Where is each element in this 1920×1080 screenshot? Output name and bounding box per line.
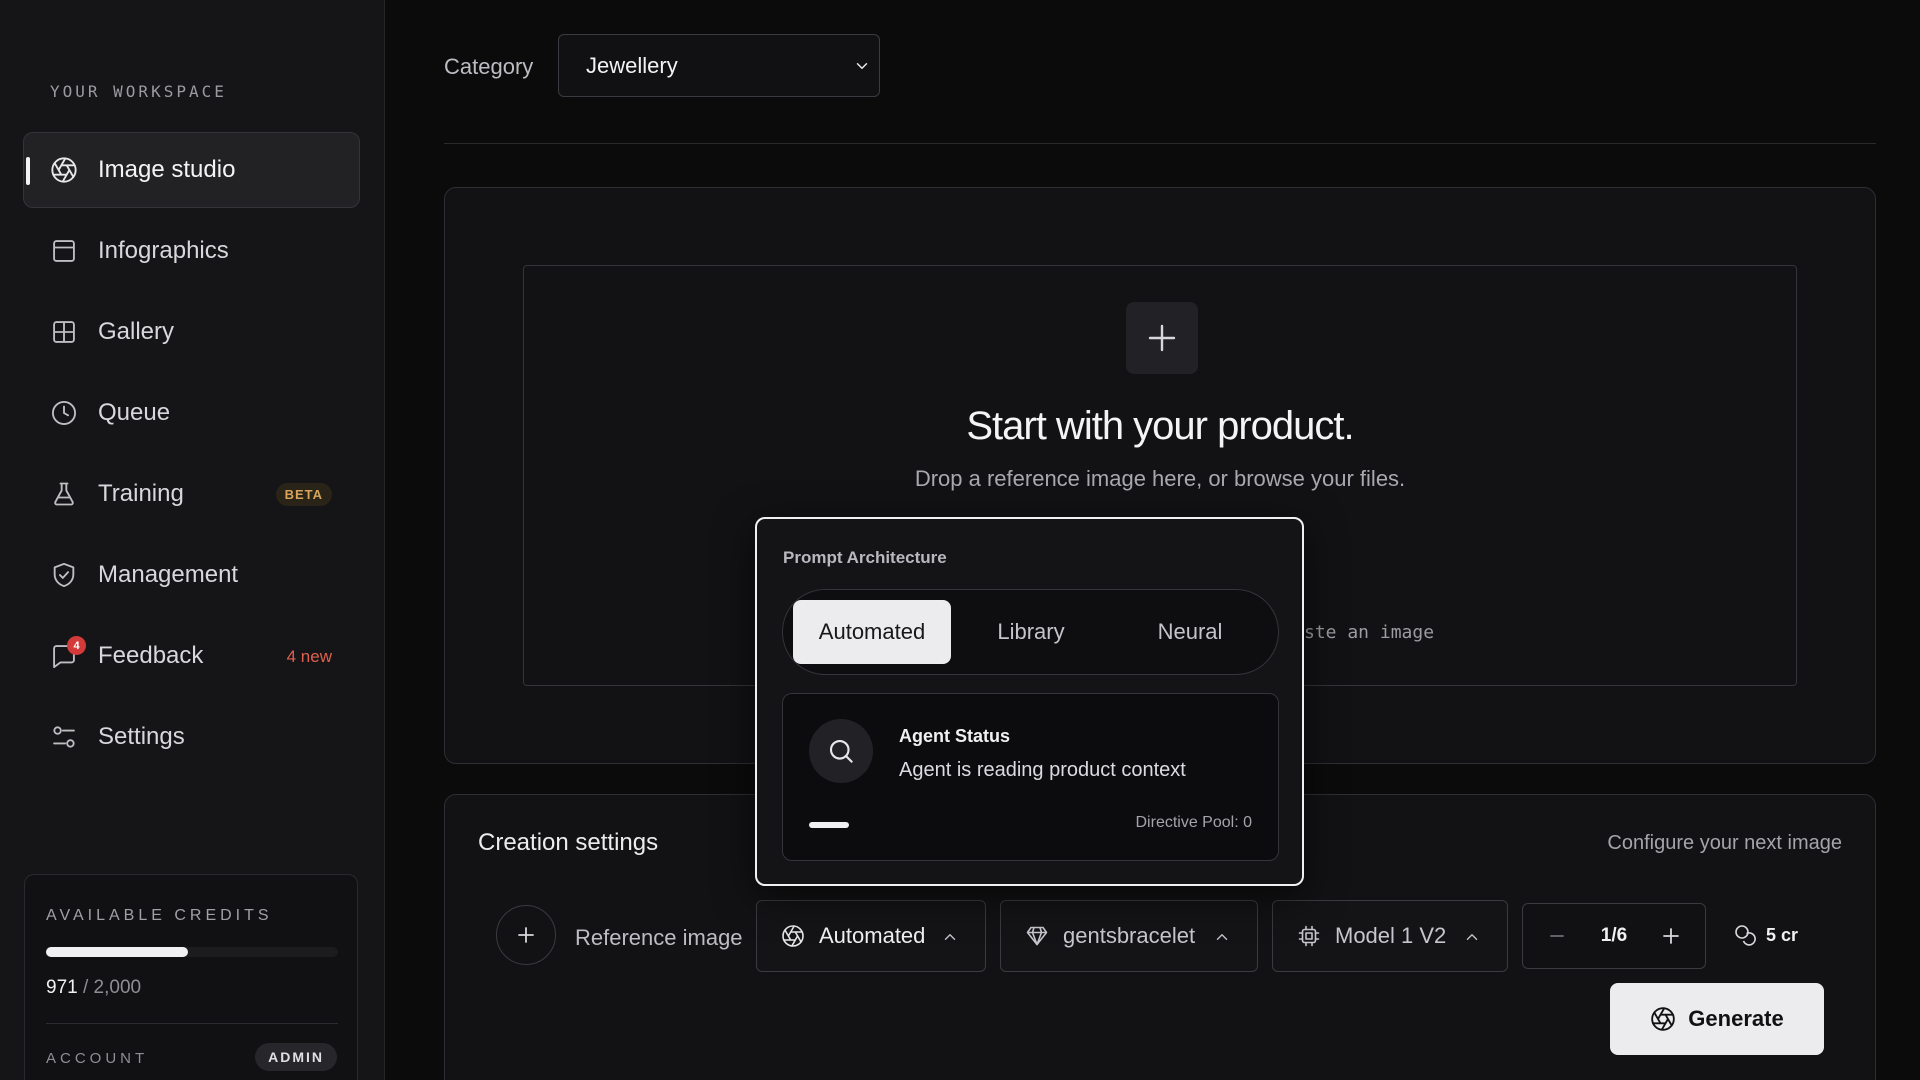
new-count-tag: 4 new (286, 647, 332, 666)
status-text: Agent is reading product context (899, 759, 1186, 781)
aperture-icon (1651, 1007, 1676, 1031)
coins-icon (1735, 925, 1756, 946)
plus-icon (518, 927, 534, 943)
chevron-down-icon (856, 63, 868, 69)
sidebar-item-label: Management (98, 561, 239, 588)
workspace-label: YOUR WORKSPACE (50, 82, 227, 101)
tab-neural[interactable]: Neural (1111, 600, 1269, 664)
chip-icon (1298, 925, 1320, 947)
chevron-up-icon (1466, 934, 1478, 940)
upload-title: Start with your product. (966, 404, 1354, 448)
sliders-icon (50, 723, 78, 751)
sidebar: YOUR WORKSPACE Image studio Infographics… (0, 0, 385, 1080)
sidebar-nav: Image studio Infographics Gallery Queue (23, 132, 360, 780)
tab-automated[interactable]: Automated (793, 600, 951, 664)
sidebar-item-infographics[interactable]: Infographics (23, 213, 360, 289)
sidebar-item-label: Settings (98, 723, 185, 750)
chevron-up-icon (1216, 934, 1228, 940)
generate-button[interactable]: Generate (1610, 983, 1824, 1055)
role-badge: ADMIN (255, 1043, 337, 1071)
cost-indicator: 5 cr (1733, 923, 1798, 947)
shield-check-icon (50, 561, 78, 589)
credits-total: / 2,000 (82, 977, 142, 998)
account-label: ACCOUNT (46, 1050, 149, 1067)
status-heading: Agent Status (899, 726, 1011, 746)
subject-value: gentsbracelet (1063, 923, 1196, 948)
credits-progress-bar (46, 947, 338, 957)
sidebar-item-label: Training (98, 480, 184, 507)
credits-used: 971 (46, 977, 78, 998)
aperture-icon (782, 925, 804, 947)
sidebar-item-label: Queue (98, 399, 171, 426)
category-value: Jewellery (586, 52, 678, 78)
model-select[interactable]: Model 1 V2 (1272, 900, 1508, 972)
credits-label: AVAILABLE CREDITS (46, 907, 273, 924)
credits-panel: AVAILABLE CREDITS 971 / 2,000 ACCOUNT AD… (24, 874, 358, 1080)
settings-title: Creation settings (478, 829, 659, 856)
mode-select[interactable]: Automated (756, 900, 986, 972)
prompt-mode-segmented-control: Automated Library Neural (782, 589, 1279, 675)
cost-value: 5 cr (1766, 924, 1799, 945)
reference-image-label: Reference image (575, 925, 743, 950)
search-icon (809, 719, 873, 783)
subject-select[interactable]: gentsbracelet (1000, 900, 1258, 972)
status-progress-bar (809, 822, 849, 828)
layout-icon (50, 237, 78, 265)
sidebar-item-feedback[interactable]: 4 Feedback 4 new (23, 618, 360, 694)
app-window: YOUR WORKSPACE Image studio Infographics… (0, 0, 1920, 1080)
settings-subtitle: Configure your next image (1607, 832, 1842, 854)
sidebar-item-settings[interactable]: Settings (23, 699, 360, 775)
sidebar-item-label: Gallery (98, 318, 175, 345)
flask-icon (50, 480, 78, 508)
divider (444, 143, 1876, 144)
message-icon: 4 (50, 636, 86, 670)
sidebar-item-management[interactable]: Management (23, 537, 360, 613)
beta-badge: BETA (275, 483, 332, 506)
sidebar-item-gallery[interactable]: Gallery (23, 294, 360, 370)
upload-button[interactable] (1126, 302, 1198, 374)
prompt-architecture-popover: Prompt Architecture Automated Library Ne… (755, 517, 1304, 886)
agent-status-panel: Agent Status Agent is reading product co… (782, 693, 1279, 861)
credits-progress-fill (46, 947, 188, 957)
model-value: Model 1 V2 (1335, 923, 1447, 948)
sidebar-item-label: Image studio (98, 156, 236, 183)
tab-library[interactable]: Library (952, 600, 1110, 664)
sidebar-item-image-studio[interactable]: Image studio (23, 132, 360, 208)
upload-subtitle: Drop a reference image here, or browse y… (914, 466, 1406, 491)
divider (46, 1023, 338, 1024)
add-reference-button[interactable] (496, 905, 556, 965)
plus-icon[interactable] (1659, 924, 1683, 948)
gem-icon (1026, 926, 1048, 946)
plus-icon (1148, 324, 1176, 352)
notification-badge: 4 (67, 636, 86, 655)
directive-pool: Directive Pool: 0 (1135, 814, 1253, 831)
sidebar-item-training[interactable]: Training BETA (23, 456, 360, 532)
mode-value: Automated (819, 923, 926, 948)
clock-icon (50, 399, 78, 427)
aperture-icon (50, 156, 78, 184)
sidebar-item-queue[interactable]: Queue (23, 375, 360, 451)
category-label: Category (444, 54, 534, 79)
category-select[interactable]: Jewellery (558, 34, 880, 97)
grid-icon (50, 318, 78, 346)
credits-value: 971 / 2,000 (46, 977, 141, 999)
chevron-up-icon (944, 934, 956, 940)
sidebar-item-label: Feedback (98, 642, 204, 669)
sidebar-item-label: Infographics (98, 237, 229, 264)
generate-label: Generate (1688, 1006, 1784, 1031)
popover-title: Prompt Architecture (783, 548, 947, 567)
count-stepper: 1/6 (1522, 903, 1706, 969)
paste-hint: ste an image (1304, 622, 1435, 643)
